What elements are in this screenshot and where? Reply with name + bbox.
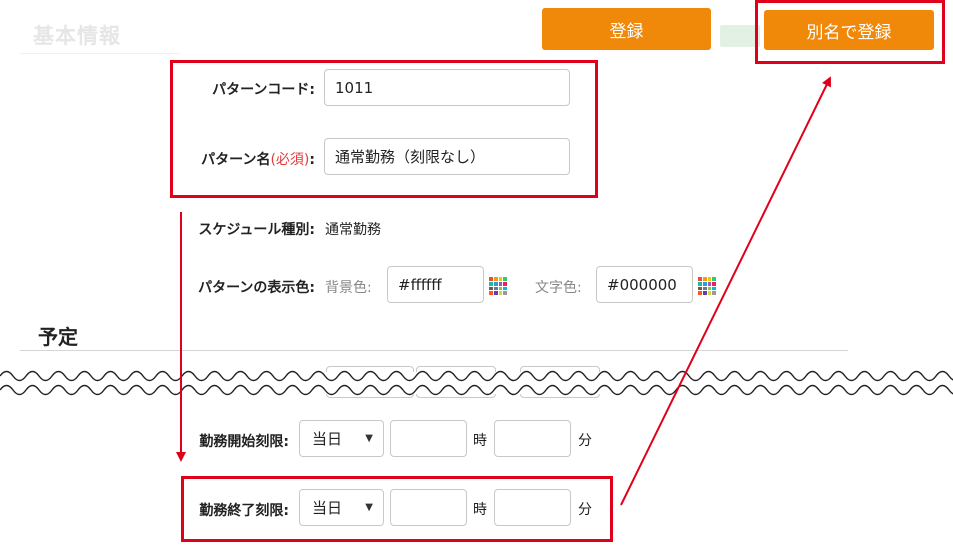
arrow-up-right	[620, 76, 831, 506]
annotation-arrows	[176, 76, 831, 506]
